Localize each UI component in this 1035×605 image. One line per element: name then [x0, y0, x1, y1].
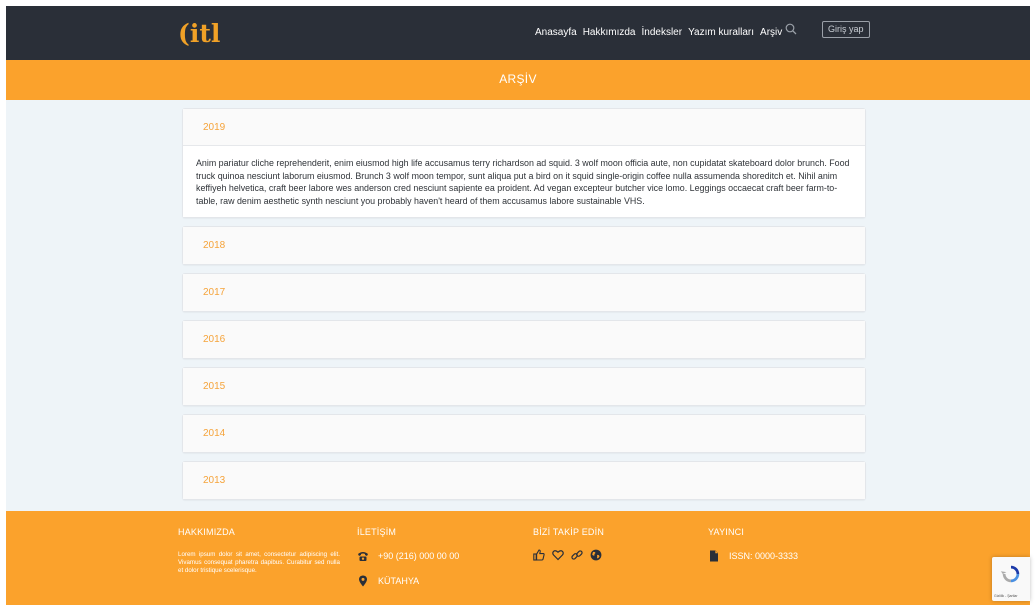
- globe-icon[interactable]: [590, 549, 602, 561]
- page-title: ARŞİV: [499, 72, 537, 86]
- search-icon[interactable]: [785, 23, 797, 35]
- footer-publisher: YAYINCI ISSN: 0000-3333: [708, 527, 798, 562]
- recaptcha-badge[interactable]: Gizlilik - Şartlar: [992, 557, 1030, 601]
- accordion-item-2013: 2013: [182, 461, 866, 501]
- document-icon: [710, 550, 718, 562]
- footer-issn-row: ISSN: 0000-3333: [708, 550, 798, 562]
- footer-contact: İLETİŞİM +90 (216) 000 00 00 KÜTAHYA: [357, 527, 459, 587]
- site-footer: HAKKIMIZDA Lorem ipsum dolor sit amet, c…: [6, 511, 1030, 605]
- login-button[interactable]: Giriş yap: [822, 21, 870, 38]
- accordion-item-2017: 2017: [182, 273, 866, 313]
- footer-city-row: KÜTAHYA: [357, 575, 459, 587]
- accordion-header-2019[interactable]: 2019: [183, 109, 865, 146]
- footer-follow-heading: BİZİ TAKİP EDİN: [533, 527, 605, 537]
- accordion-header-2013[interactable]: 2013: [183, 462, 865, 500]
- site-logo[interactable]: (itl: [178, 19, 220, 48]
- nav-link-home[interactable]: Anasayfa: [535, 27, 577, 38]
- like-icon[interactable]: [533, 549, 545, 561]
- footer-about-heading: HAKKIMIZDA: [178, 527, 236, 537]
- social-links: [533, 549, 604, 561]
- main-nav: Anasayfa Hakkımızda İndeksler Yazım kura…: [535, 27, 788, 38]
- archive-accordion: 2019 Anim pariatur cliche reprehenderit,…: [182, 108, 866, 508]
- footer-follow: BİZİ TAKİP EDİN: [533, 527, 604, 561]
- nav-link-archive[interactable]: Arşiv: [760, 27, 782, 38]
- accordion-body-2019: Anim pariatur cliche reprehenderit, enim…: [183, 146, 865, 218]
- accordion-header-2015[interactable]: 2015: [183, 368, 865, 406]
- recaptcha-text[interactable]: Gizlilik - Şartlar: [994, 594, 1018, 598]
- footer-publisher-heading: YAYINCI: [708, 527, 745, 537]
- footer-about-text: Lorem ipsum dolor sit amet, consectetur …: [178, 551, 340, 575]
- accordion-header-2017[interactable]: 2017: [183, 274, 865, 312]
- footer-city: KÜTAHYA: [378, 576, 420, 586]
- accordion-item-2015: 2015: [182, 367, 866, 407]
- accordion-item-2019: 2019 Anim pariatur cliche reprehenderit,…: [182, 108, 866, 219]
- accordion-header-2016[interactable]: 2016: [183, 321, 865, 359]
- phone-icon: [358, 552, 368, 561]
- top-navbar: (itl Anasayfa Hakkımızda İndeksler Yazım…: [6, 6, 1030, 60]
- nav-link-writing-rules[interactable]: Yazım kuralları: [688, 27, 754, 38]
- footer-contact-heading: İLETİŞİM: [357, 527, 397, 537]
- footer-phone[interactable]: +90 (216) 000 00 00: [378, 551, 459, 561]
- nav-link-indexes[interactable]: İndeksler: [642, 27, 683, 38]
- accordion-header-2014[interactable]: 2014: [183, 415, 865, 453]
- page: (itl Anasayfa Hakkımızda İndeksler Yazım…: [6, 6, 1030, 605]
- footer-phone-row: +90 (216) 000 00 00: [357, 550, 459, 562]
- accordion-header-2018[interactable]: 2018: [183, 227, 865, 265]
- accordion-item-2014: 2014: [182, 414, 866, 454]
- heart-icon[interactable]: [552, 549, 564, 561]
- page-title-band: ARŞİV: [6, 60, 1030, 100]
- nav-link-about[interactable]: Hakkımızda: [583, 27, 636, 38]
- recaptcha-icon: [1000, 565, 1020, 583]
- accordion-item-2016: 2016: [182, 320, 866, 360]
- location-pin-icon: [359, 575, 367, 587]
- footer-issn: ISSN: 0000-3333: [729, 551, 799, 561]
- accordion-item-2018: 2018: [182, 226, 866, 266]
- link-icon[interactable]: [571, 549, 583, 561]
- footer-about: HAKKIMIZDA Lorem ipsum dolor sit amet, c…: [178, 527, 340, 576]
